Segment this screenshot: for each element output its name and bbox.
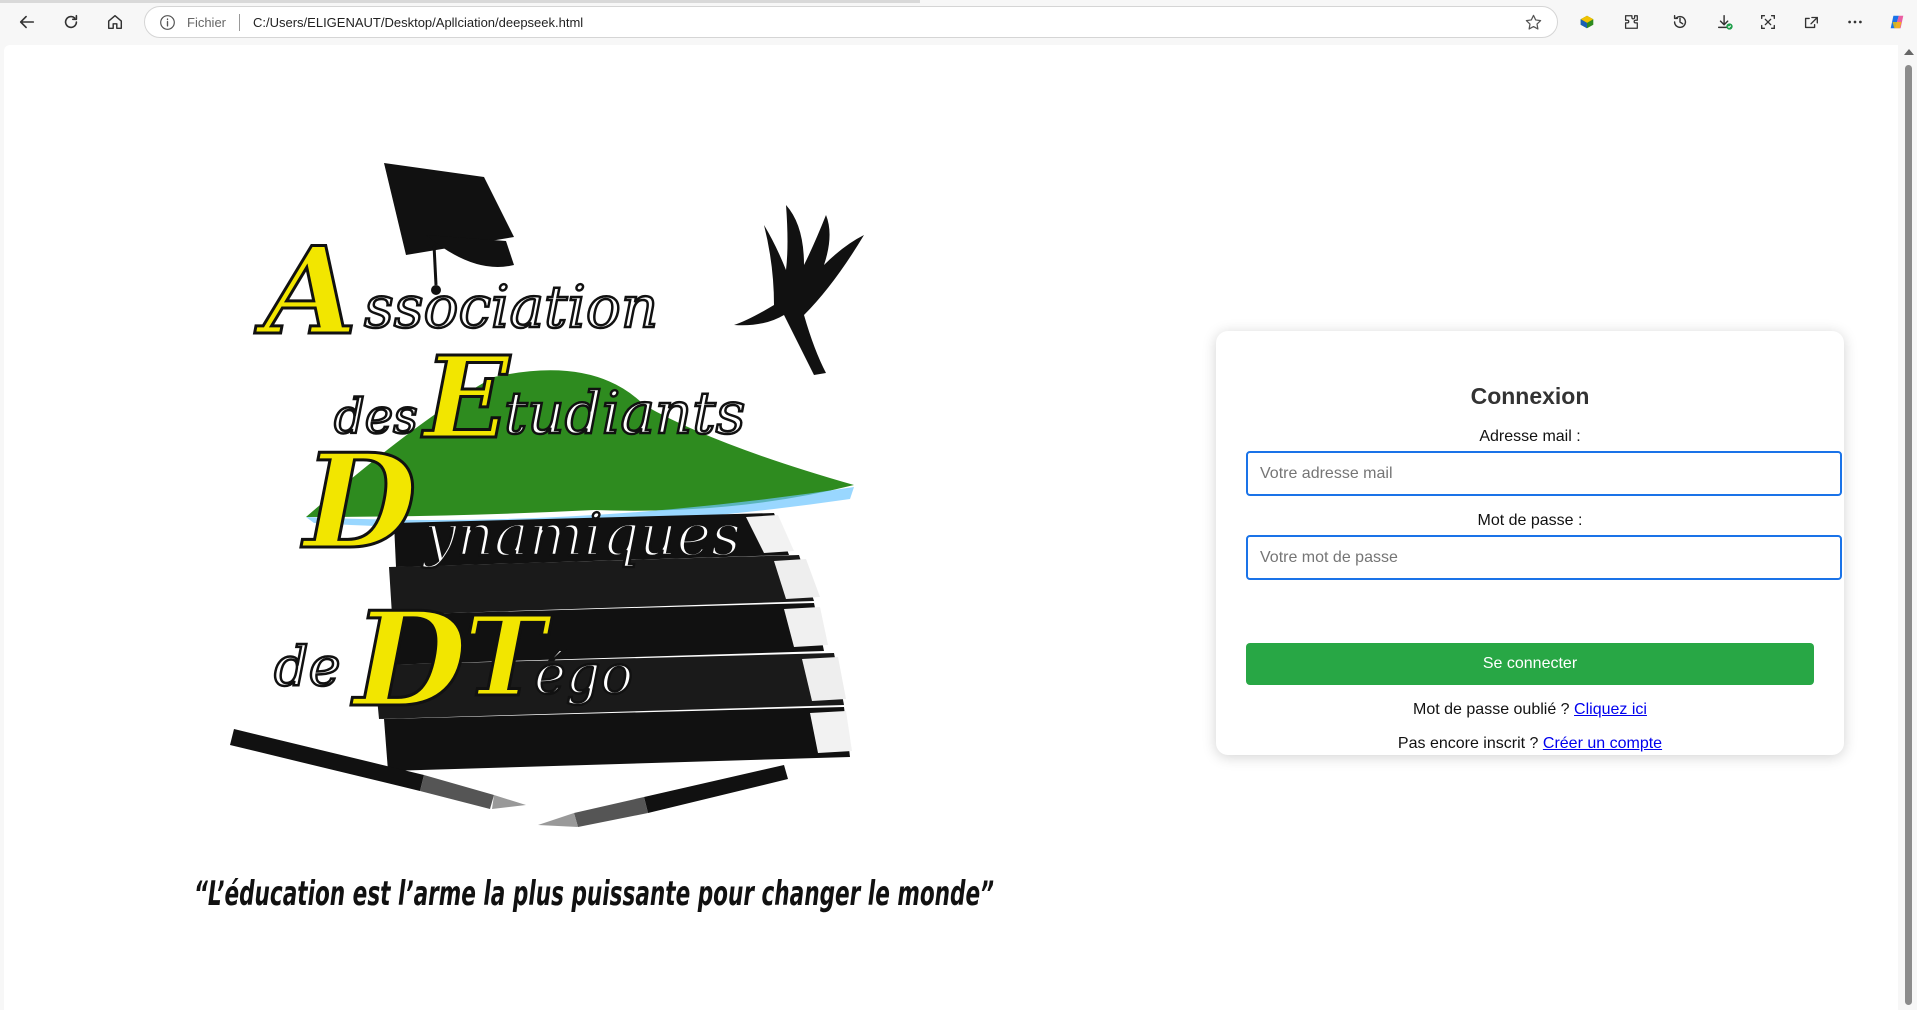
address-separator <box>239 14 240 31</box>
home-icon <box>107 14 123 30</box>
loading-indicator <box>0 0 920 3</box>
more-dots-icon <box>1848 20 1862 24</box>
login-button[interactable]: Se connecter <box>1246 643 1814 685</box>
svg-text:égo: égo <box>534 643 633 706</box>
svg-text:ynamiques: ynamiques <box>421 501 741 569</box>
downloads-button[interactable] <box>1710 7 1740 37</box>
forgot-password-link[interactable]: Cliquez ici <box>1574 701 1647 718</box>
forgot-password-line: Mot de passe oublié ? Cliquez ici <box>1216 701 1844 719</box>
history-button[interactable] <box>1665 7 1695 37</box>
svg-text:A: A <box>254 221 357 362</box>
url-text[interactable]: C:/Users/ELIGENAUT/Desktop/Apllciation/d… <box>253 15 583 30</box>
home-button[interactable] <box>100 7 130 37</box>
page-content: A ssociation des E tudiants D ynamiques … <box>4 45 1898 1010</box>
address-bar[interactable]: Fichier C:/Users/ELIGENAUT/Desktop/Apllc… <box>144 6 1558 38</box>
back-arrow-icon <box>19 15 35 29</box>
copilot-button[interactable] <box>1882 7 1912 37</box>
login-card: Connexion Adresse mail : Mot de passe : … <box>1216 331 1844 755</box>
scroll-thumb[interactable] <box>1905 65 1912 1005</box>
svg-text:ssociation: ssociation <box>364 273 658 341</box>
back-button[interactable] <box>12 7 42 37</box>
email-field[interactable] <box>1246 451 1842 496</box>
register-link[interactable]: Créer un compte <box>1543 735 1662 752</box>
history-icon <box>1673 14 1687 29</box>
extension-button[interactable] <box>1572 7 1602 37</box>
download-icon <box>1717 14 1733 30</box>
scroll-up-arrow-icon[interactable] <box>1904 49 1914 55</box>
logo-motto: “L’éducation est l’arme la plus puissant… <box>194 874 994 914</box>
favorite-star-icon[interactable] <box>1524 13 1543 32</box>
browser-toolbar: Fichier C:/Users/ELIGENAUT/Desktop/Apllc… <box>0 0 1917 44</box>
extensions-button[interactable] <box>1616 7 1646 37</box>
password-field[interactable] <box>1246 535 1842 580</box>
share-button[interactable] <box>1796 7 1826 37</box>
register-text: Pas encore inscrit ? <box>1397 735 1539 752</box>
forgot-password-text: Mot de passe oublié ? <box>1413 701 1570 718</box>
vertical-scrollbar[interactable] <box>1900 45 1917 1010</box>
reload-button[interactable] <box>56 7 86 37</box>
association-logo: A ssociation des E tudiants D ynamiques … <box>194 163 994 914</box>
svg-text:de: de <box>274 635 341 698</box>
svg-text:D: D <box>350 583 467 736</box>
svg-text:D: D <box>300 425 417 578</box>
screenshot-button[interactable] <box>1753 7 1783 37</box>
share-icon <box>1804 16 1818 29</box>
svg-text:E: E <box>421 333 511 464</box>
password-label: Mot de passe : <box>1477 512 1583 529</box>
register-line: Pas encore inscrit ? Créer un compte <box>1216 735 1844 753</box>
puzzle-icon <box>1624 15 1638 29</box>
svg-text:tudiants: tudiants <box>504 379 745 447</box>
copilot-icon <box>1890 15 1904 29</box>
eagle-icon <box>734 205 864 375</box>
extension-globe-icon <box>1580 15 1594 29</box>
file-scheme-label: Fichier <box>187 15 227 30</box>
screenshot-icon <box>1761 15 1775 29</box>
login-title: Connexion <box>1470 383 1590 409</box>
email-label: Adresse mail : <box>1479 428 1581 445</box>
reload-icon <box>64 14 78 29</box>
info-icon[interactable] <box>159 14 176 31</box>
more-options-button[interactable] <box>1840 7 1870 37</box>
